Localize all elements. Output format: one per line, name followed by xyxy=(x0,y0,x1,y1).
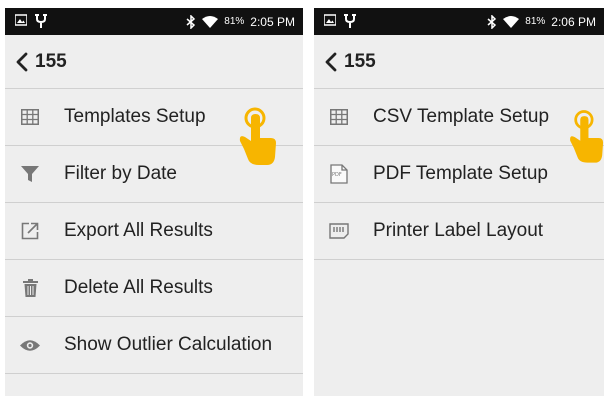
status-time: 2:05 PM xyxy=(250,14,295,29)
menu-item-label: Delete All Results xyxy=(64,277,213,298)
bluetooth-icon xyxy=(186,14,196,29)
image-icon xyxy=(15,14,27,26)
menu-item-filter-by-date[interactable]: Filter by Date xyxy=(5,146,303,203)
menu-item-label: Export All Results xyxy=(64,220,213,241)
menu-item-templates-setup[interactable]: Templates Setup xyxy=(5,89,303,165)
status-bar: 81% 2:05 PM xyxy=(5,8,303,35)
chevron-left-icon xyxy=(16,52,28,71)
menu-item-label: Filter by Date xyxy=(64,163,177,184)
menu-item-pdf-template-setup[interactable]: PDF PDF Template Setup xyxy=(314,146,604,203)
menu-list: Templates Setup Filter by Date Export Al… xyxy=(5,89,303,374)
menu-item-label: CSV Template Setup xyxy=(373,106,550,127)
wifi-icon xyxy=(202,15,219,28)
menu-item-label: Templates Setup xyxy=(64,106,206,127)
usb-icon xyxy=(344,14,356,28)
funnel-icon xyxy=(20,164,40,184)
label-icon xyxy=(329,221,349,241)
pdf-file-icon: PDF xyxy=(329,164,349,184)
menu-item-label: Show Outlier Calculation xyxy=(64,334,273,355)
battery-level: 81% xyxy=(525,16,546,27)
grid-icon xyxy=(20,107,40,127)
usb-icon xyxy=(35,14,47,28)
bluetooth-icon xyxy=(487,14,497,29)
battery-level: 81% xyxy=(224,16,245,27)
menu-item-csv-template-setup[interactable]: CSV Template Setup xyxy=(314,89,604,163)
menu-list: CSV Template Setup PDF PDF Template Setu… xyxy=(314,89,604,260)
trash-icon xyxy=(20,278,40,298)
wifi-icon xyxy=(503,15,520,28)
app-bar: 155 xyxy=(314,35,604,89)
menu-item-show-outlier-calculation[interactable]: Show Outlier Calculation xyxy=(5,317,303,374)
menu-item-delete-all-results[interactable]: Delete All Results xyxy=(5,260,303,317)
pdf-badge: PDF xyxy=(332,172,342,178)
back-button[interactable] xyxy=(11,47,33,77)
menu-item-export-all-results[interactable]: Export All Results xyxy=(5,203,303,260)
grid-icon xyxy=(329,107,349,127)
page-title: 155 xyxy=(344,50,376,72)
chevron-left-icon xyxy=(325,52,337,71)
back-button[interactable] xyxy=(320,47,342,77)
menu-item-label: PDF Template Setup xyxy=(373,163,548,184)
page-title: 155 xyxy=(35,50,67,72)
image-icon xyxy=(324,14,336,26)
menu-item-label: Printer Label Layout xyxy=(373,220,544,241)
export-icon xyxy=(20,221,40,241)
screen-right: 81% 2:06 PM 155 CSV Template Setup PDF P… xyxy=(314,8,604,396)
menu-item-printer-label-layout[interactable]: Printer Label Layout xyxy=(314,203,604,260)
screen-left: 81% 2:05 PM 155 Templates Setup Filter b… xyxy=(5,8,303,396)
status-bar: 81% 2:06 PM xyxy=(314,8,604,35)
status-time: 2:06 PM xyxy=(551,14,596,29)
eye-icon xyxy=(20,335,40,355)
app-bar: 155 xyxy=(5,35,303,89)
